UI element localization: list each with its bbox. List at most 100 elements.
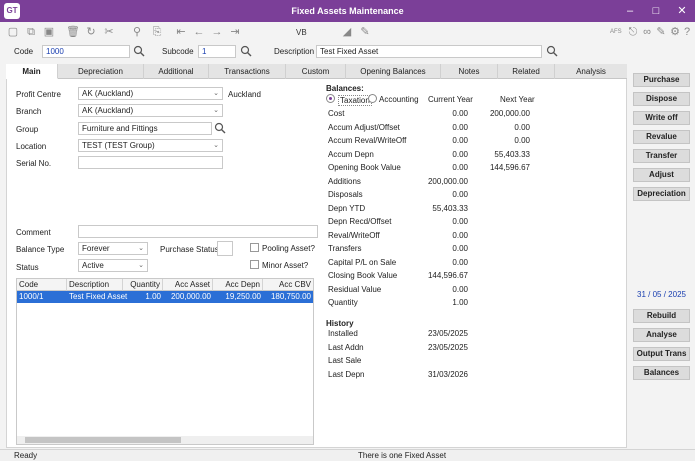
balances-button[interactable]: Balances <box>633 366 690 380</box>
grid-cell-quantity[interactable]: 1.00 <box>123 291 163 303</box>
transfer-button[interactable]: Transfer <box>633 149 690 163</box>
tools-icon[interactable]: ✂ <box>102 25 116 39</box>
revalue-button[interactable]: Revalue <box>633 130 690 144</box>
rebuild-button[interactable]: Rebuild <box>633 309 690 323</box>
purchase-button[interactable]: Purchase <box>633 73 690 87</box>
history-row-label: Installed <box>328 329 358 338</box>
tab-depreciation[interactable]: Depreciation <box>58 64 144 79</box>
grid-cell-acc-cbv[interactable]: 180,750.00 <box>263 291 313 303</box>
grid-cell-acc-depn[interactable]: 19,250.00 <box>213 291 263 303</box>
grid-header-acc-asset[interactable]: Acc Asset <box>163 279 213 291</box>
maximize-icon[interactable]: □ <box>643 0 669 22</box>
balance-row-current-year: 0.00 <box>452 244 468 253</box>
minimize-icon[interactable]: – <box>617 0 643 22</box>
taxation-label[interactable]: Taxation <box>338 95 372 106</box>
taxation-radio[interactable] <box>326 94 335 103</box>
first-record-icon[interactable]: ⇤ <box>174 25 188 39</box>
close-icon[interactable]: ✕ <box>669 0 695 22</box>
status-text: Ready <box>14 451 38 460</box>
vb-label[interactable]: VB <box>296 28 307 37</box>
scrollbar-thumb[interactable] <box>25 437 181 443</box>
pooling-asset-checkbox[interactable] <box>250 243 259 252</box>
tab-opening-balances[interactable]: Opening Balances <box>346 64 441 79</box>
horizontal-scrollbar[interactable] <box>17 436 313 444</box>
location-select[interactable]: TEST (TEST Group) ⌄ <box>78 139 223 152</box>
minor-asset-checkbox[interactable] <box>250 260 259 269</box>
accounting-label[interactable]: Accounting <box>379 95 419 104</box>
grid-header-code[interactable]: Code <box>17 279 67 291</box>
balance-row-label: Accum Depn <box>328 149 374 159</box>
serial-input[interactable] <box>78 156 223 169</box>
grid-cell-description[interactable]: Test Fixed Asset <box>67 291 127 303</box>
balance-type-label: Balance Type <box>16 245 65 254</box>
chevron-down-icon: ⌄ <box>213 90 219 97</box>
new-document-icon[interactable]: ▢ <box>6 25 20 39</box>
signal-icon[interactable]: ◢ <box>340 25 354 39</box>
depreciation-button[interactable]: Depreciation <box>633 187 690 201</box>
copy-icon[interactable]: ⧉ <box>24 25 38 39</box>
refresh-icon[interactable]: ↻ <box>84 25 98 39</box>
accounting-radio[interactable] <box>368 94 377 103</box>
save-icon[interactable]: ▣ <box>42 25 56 39</box>
branch-select[interactable]: AK (Auckland) ⌄ <box>78 104 223 117</box>
subcode-input[interactable]: 1 <box>198 45 236 58</box>
notes-icon[interactable]: ✎ <box>654 25 668 39</box>
group-input[interactable]: Furniture and Fittings <box>78 122 212 135</box>
tab-transactions[interactable]: Transactions <box>209 64 286 79</box>
grid-header-acc-depn[interactable]: Acc Depn <box>213 279 263 291</box>
date-year[interactable]: 2025 <box>668 290 686 299</box>
balance-row-label: Accum Reval/WriteOff <box>328 136 407 145</box>
adjust-button[interactable]: Adjust <box>633 168 690 182</box>
comment-input[interactable] <box>78 225 318 238</box>
grid-header-acc-cbv[interactable]: Acc CBV <box>263 279 313 291</box>
tab-custom[interactable]: Custom <box>286 64 346 79</box>
history-row-value: 31/03/2026 <box>427 369 468 379</box>
attachment-icon[interactable]: ⎋ <box>626 25 640 39</box>
assets-grid[interactable]: Code Description Quantity Acc Asset Acc … <box>16 278 314 445</box>
group-label: Group <box>16 125 39 134</box>
delete-icon[interactable]: 🗑 <box>66 25 80 39</box>
chevron-down-icon: ⌄ <box>213 142 219 149</box>
description-search-icon[interactable] <box>546 45 558 57</box>
status-select[interactable]: Active ⌄ <box>78 259 148 272</box>
description-input[interactable]: Test Fixed Asset <box>316 45 542 58</box>
branch-label: Branch <box>16 107 42 116</box>
code-input[interactable]: 1000 <box>42 45 130 58</box>
balance-type-select[interactable]: Forever ⌄ <box>78 242 148 255</box>
tab-additional[interactable]: Additional <box>144 64 209 79</box>
find-icon[interactable]: ⚲ <box>130 25 144 39</box>
afs-label[interactable]: AFS <box>610 29 622 35</box>
pen-icon[interactable]: ✎ <box>358 25 372 39</box>
link-icon[interactable]: ∞ <box>640 25 654 39</box>
date-month[interactable]: 05 <box>653 290 662 299</box>
analyse-button[interactable]: Analyse <box>633 328 690 342</box>
write-off-button[interactable]: Write off <box>633 111 690 125</box>
subcode-search-icon[interactable] <box>240 45 252 57</box>
last-record-icon[interactable]: ⇥ <box>228 25 242 39</box>
balance-row-label: Disposals <box>328 190 363 199</box>
previous-record-icon[interactable]: ← <box>192 25 206 39</box>
group-search-icon[interactable] <box>214 122 226 134</box>
grid-cell-code[interactable]: 1000/1 <box>17 291 67 303</box>
code-search-icon[interactable] <box>133 45 145 57</box>
date-field[interactable]: 31 / 05 / 2025 <box>633 290 690 299</box>
profit-centre-select[interactable]: AK (Auckland) ⌄ <box>78 87 223 100</box>
tab-notes[interactable]: Notes <box>441 64 498 79</box>
next-record-icon[interactable]: → <box>210 25 224 39</box>
tab-bar: Main Depreciation Additional Transaction… <box>6 64 627 79</box>
tab-main[interactable]: Main <box>6 64 58 79</box>
subcode-label: Subcode <box>162 47 194 56</box>
settings-icon[interactable]: ⚙ <box>668 25 682 39</box>
copy-record-icon[interactable]: ⎘ <box>150 25 164 39</box>
grid-cell-acc-asset[interactable]: 200,000.00 <box>163 291 213 303</box>
output-trans-button[interactable]: Output Trans <box>633 347 690 361</box>
grid-header-description[interactable]: Description <box>67 279 123 291</box>
tab-related[interactable]: Related <box>498 64 555 79</box>
purchase-status-input[interactable] <box>217 241 233 256</box>
balance-row-next-year: 200,000.00 <box>489 109 530 118</box>
date-day[interactable]: 31 <box>637 290 646 299</box>
grid-header-quantity[interactable]: Quantity <box>123 279 163 291</box>
help-icon[interactable]: ? <box>682 25 692 39</box>
tab-analysis[interactable]: Analysis <box>555 64 627 79</box>
dispose-button[interactable]: Dispose <box>633 92 690 106</box>
